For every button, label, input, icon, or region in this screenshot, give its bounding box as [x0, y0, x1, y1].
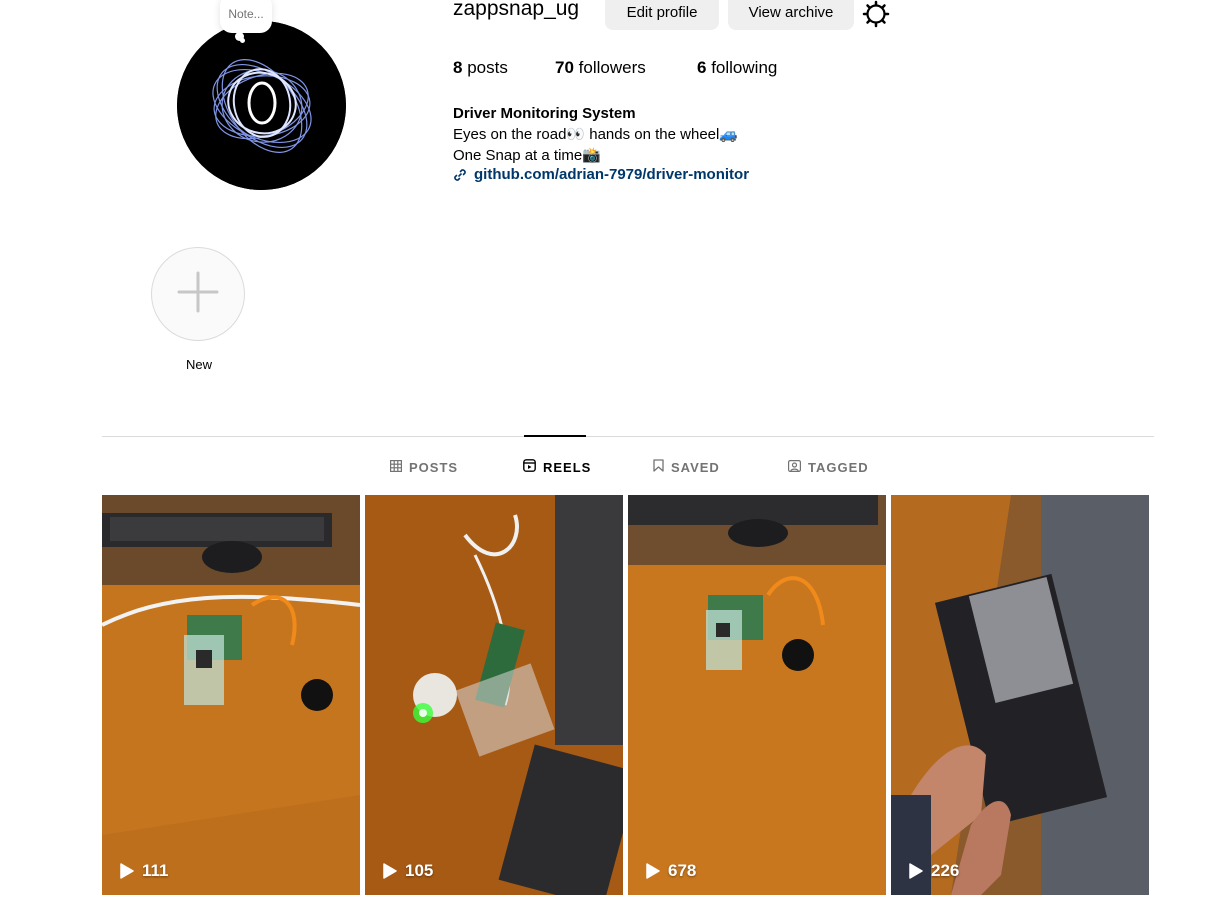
reel-views-count: 111: [142, 861, 169, 880]
tab-saved[interactable]: SAVED: [653, 458, 720, 476]
following-count-value: 6: [697, 58, 707, 77]
edit-profile-button[interactable]: Edit profile: [605, 0, 719, 30]
posts-count: 8 posts: [453, 58, 508, 78]
reel-views: 105: [383, 861, 433, 881]
bio-line-1: Eyes on the road👀 hands on the wheel🚙: [453, 126, 739, 143]
reel-thumbnail[interactable]: 226: [891, 495, 1149, 895]
tab-posts[interactable]: POSTS: [390, 458, 458, 476]
tab-reels-label: REELS: [543, 459, 592, 475]
gear-icon[interactable]: [862, 0, 890, 28]
bio-link-text[interactable]: github.com/adrian-7979/driver-monitor: [474, 166, 749, 183]
tagged-icon: [788, 459, 802, 475]
play-icon: [383, 863, 397, 879]
followers-count-value: 70: [555, 58, 574, 77]
profile-avatar[interactable]: [177, 21, 346, 190]
tab-reels[interactable]: REELS: [523, 458, 591, 476]
grid-icon: [390, 459, 403, 475]
following-count-label: following: [711, 58, 778, 77]
reel-thumbnail[interactable]: 678: [628, 495, 886, 895]
reel-views: 226: [909, 861, 959, 881]
reel-views: 111: [120, 861, 169, 881]
reel-views-count: 678: [668, 861, 697, 880]
reel-views: 678: [646, 861, 696, 881]
note-bubble-tail-dot: [240, 38, 245, 43]
new-highlight-button[interactable]: [151, 247, 245, 341]
tabs-divider: [102, 436, 1154, 437]
tab-tagged[interactable]: TAGGED: [788, 458, 869, 476]
bookmark-icon: [653, 459, 664, 475]
bio-line-2: One Snap at a time📸: [453, 147, 601, 164]
followers-count-label: followers: [578, 58, 646, 77]
tab-posts-label: POSTS: [409, 459, 459, 475]
view-archive-button[interactable]: View archive: [728, 0, 854, 30]
reels-icon: [523, 459, 536, 475]
bio-link[interactable]: github.com/adrian-7979/driver-monitor: [453, 166, 749, 183]
followers-count[interactable]: 70 followers: [555, 58, 646, 78]
following-count[interactable]: 6 following: [697, 58, 777, 78]
reel-views-count: 226: [931, 861, 960, 880]
note-placeholder: Note...: [228, 6, 264, 21]
active-tab-indicator: [524, 435, 586, 437]
note-bubble[interactable]: Note...: [220, 0, 272, 33]
play-icon: [646, 863, 660, 879]
posts-count-label: posts: [467, 58, 508, 77]
bio-name: Driver Monitoring System: [453, 105, 636, 122]
play-icon: [120, 863, 134, 879]
tab-tagged-label: TAGGED: [808, 459, 869, 475]
reel-thumbnail[interactable]: 105: [365, 495, 623, 895]
plus-icon: [176, 270, 220, 319]
tab-saved-label: SAVED: [671, 459, 720, 475]
new-highlight-label: New: [185, 357, 212, 372]
reel-views-count: 105: [405, 861, 434, 880]
link-icon: [453, 168, 467, 182]
posts-count-value: 8: [453, 58, 463, 77]
play-icon: [909, 863, 923, 879]
reel-thumbnail[interactable]: 111: [102, 495, 360, 895]
username: zappsnap_ug: [453, 0, 580, 20]
